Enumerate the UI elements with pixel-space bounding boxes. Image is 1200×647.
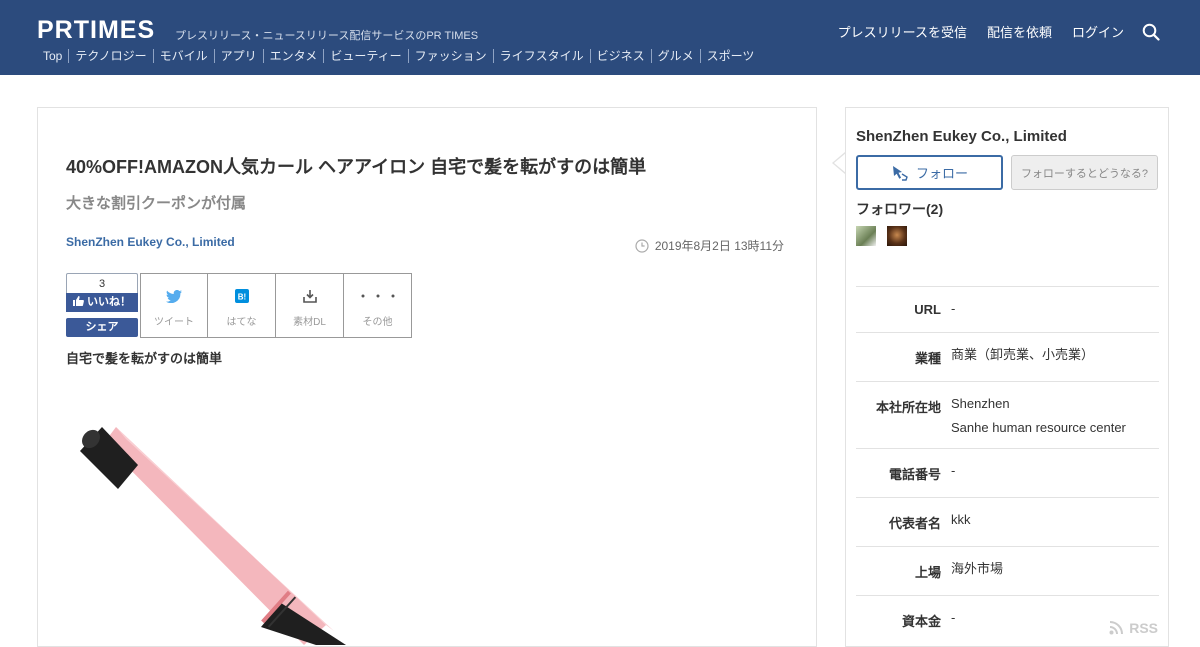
more-options-label: その他: [362, 317, 393, 328]
followers-count: フォロワー(2): [856, 201, 944, 217]
category-mobile[interactable]: モバイル: [152, 49, 214, 63]
search-icon[interactable]: [1142, 23, 1160, 41]
info-row-representative: 代表者名 kkk: [856, 497, 1159, 546]
article-subtitle: 大きな割引クーポンが付属: [66, 195, 247, 212]
company-sidebar: ShenZhen Eukey Co., Limited フォロー フォローすると…: [845, 107, 1169, 647]
like-button[interactable]: いいね！: [66, 293, 138, 312]
login-link[interactable]: ログイン: [1072, 22, 1124, 41]
info-value: -: [951, 463, 956, 478]
category-lifestyle[interactable]: ライフスタイル: [492, 49, 590, 63]
info-row-headquarters: 本社所在地 Shenzhen Sanhe human resource cent…: [856, 381, 1159, 448]
hand-pointer-icon: [892, 165, 908, 181]
info-row-listing: 上場 海外市場: [856, 546, 1159, 595]
site-header: PRTIMES プレスリリース・ニュースリリース配信サービスのPR TIMES …: [0, 0, 1200, 75]
hatena-label: はてな: [226, 317, 257, 328]
info-row-phone: 電話番号 -: [856, 448, 1159, 497]
product-image[interactable]: [66, 405, 406, 645]
tweet-label: ツイート: [154, 317, 194, 328]
hq-city: Shenzhen: [951, 396, 1010, 411]
category-nav: Top テクノロジー モバイル アプリ エンタメ ビューティー ファッション ラ…: [37, 49, 760, 63]
follower-avatar[interactable]: [887, 226, 907, 246]
category-technology[interactable]: テクノロジー: [68, 49, 152, 63]
info-value: 海外市場: [951, 561, 1004, 576]
header-nav: プレスリリースを受信 配信を依頼 ログイン: [818, 22, 1160, 41]
article-title: 40%OFF!AMAZON人気カール ヘアアイロン 自宅で髪を転がすのは簡単: [66, 157, 647, 177]
thumbs-up-icon: [72, 296, 84, 306]
tweet-button[interactable]: ツイート: [140, 273, 208, 338]
follow-label: フォロー: [915, 166, 968, 181]
info-key: 電話番号: [888, 467, 941, 482]
clock-icon: [635, 238, 649, 253]
info-value: 商業（卸売業、小売業）: [951, 347, 1095, 362]
article-lead: 自宅で髪を転がすのは簡単: [66, 351, 223, 366]
info-key: 資本金: [901, 614, 941, 629]
more-dots-icon: [361, 294, 394, 298]
svg-text:B!: B!: [237, 293, 245, 302]
company-link[interactable]: ShenZhen Eukey Co., Limited: [66, 235, 235, 249]
like-count: 3: [66, 273, 138, 293]
material-download-label: 素材DL: [293, 317, 326, 328]
category-gourmet[interactable]: グルメ: [650, 49, 700, 63]
social-buttons: 3 いいね！ シェア ツイート B! はてな 素材DL その他: [66, 273, 412, 338]
category-sports[interactable]: スポーツ: [699, 49, 761, 63]
rss-icon: [1109, 621, 1124, 635]
follower-avatar[interactable]: [856, 226, 876, 246]
follow-explainer-button[interactable]: フォローするとどうなる?: [1011, 155, 1158, 190]
info-value: Shenzhen Sanhe human resource center: [951, 392, 1126, 440]
twitter-bird-icon: [166, 289, 182, 303]
receive-releases-link[interactable]: プレスリリースを受信: [838, 22, 967, 41]
info-row-url: URL -: [856, 286, 1159, 332]
publish-date: 2019年8月2日 13時11分: [635, 237, 784, 254]
hatena-bookmark-icon: B!: [234, 289, 249, 303]
material-download-button[interactable]: 素材DL: [276, 273, 344, 338]
category-top[interactable]: Top: [37, 49, 68, 63]
info-row-industry: 業種 商業（卸売業、小売業）: [856, 332, 1159, 381]
request-distribution-link[interactable]: 配信を依頼: [987, 22, 1052, 41]
info-key: 業種: [914, 351, 941, 366]
rss-label: RSS: [1129, 620, 1158, 636]
info-value: -: [951, 301, 956, 316]
site-tagline: プレスリリース・ニュースリリース配信サービスのPR TIMES: [175, 30, 479, 42]
facebook-like-box: 3 いいね！ シェア: [66, 273, 138, 338]
article-panel: 40%OFF!AMAZON人気カール ヘアアイロン 自宅で髪を転がすのは簡単 大…: [37, 107, 817, 647]
category-entertainment[interactable]: エンタメ: [262, 49, 324, 63]
rss-link[interactable]: RSS: [1109, 620, 1158, 636]
category-beauty[interactable]: ビューティー: [323, 49, 407, 63]
prtimes-logo[interactable]: PRTIMES: [37, 16, 155, 45]
facebook-share-button[interactable]: シェア: [66, 318, 138, 337]
info-key: URL: [914, 302, 941, 317]
category-fashion[interactable]: ファッション: [407, 49, 493, 63]
info-value: kkk: [951, 512, 971, 527]
hq-address: Sanhe human resource center: [951, 420, 1126, 435]
more-options-button[interactable]: その他: [344, 273, 412, 338]
company-info-table: URL - 業種 商業（卸売業、小売業） 本社所在地 Shenzhen Sanh…: [856, 286, 1159, 644]
sidebar-company-name[interactable]: ShenZhen Eukey Co., Limited: [856, 128, 1067, 145]
download-icon: [302, 289, 317, 303]
like-label: いいね！: [87, 296, 132, 308]
info-value: -: [951, 610, 956, 625]
hatena-button[interactable]: B! はてな: [208, 273, 276, 338]
category-app[interactable]: アプリ: [213, 49, 263, 63]
info-key: 代表者名: [888, 516, 941, 531]
category-business[interactable]: ビジネス: [589, 49, 651, 63]
follow-button[interactable]: フォロー: [856, 155, 1003, 190]
info-key: 本社所在地: [875, 400, 941, 415]
publish-date-text: 2019年8月2日 13時11分: [654, 239, 784, 253]
info-key: 上場: [914, 565, 941, 580]
